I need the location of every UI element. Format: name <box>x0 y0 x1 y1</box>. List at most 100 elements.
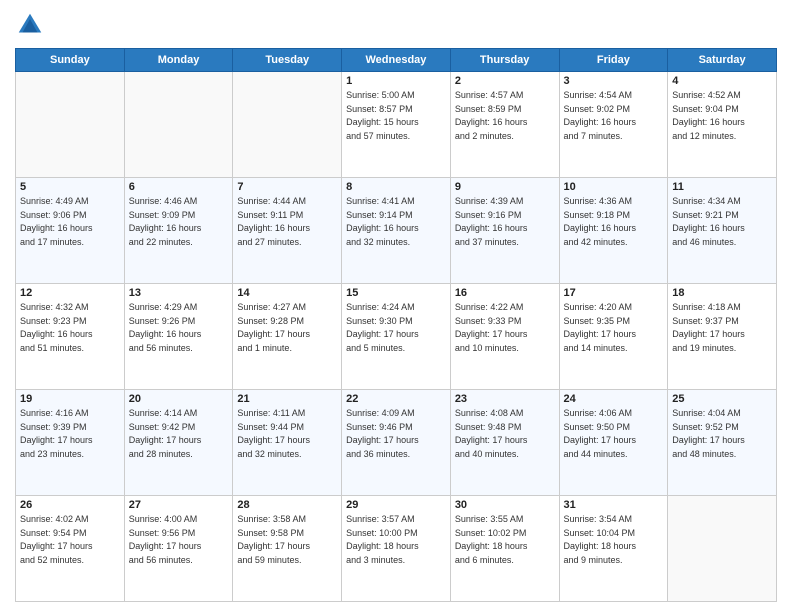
day-info: Sunrise: 4:18 AM Sunset: 9:37 PM Dayligh… <box>672 301 772 355</box>
calendar-cell: 11 Sunrise: 4:34 AM Sunset: 9:21 PM Dayli… <box>668 178 777 284</box>
header <box>15 10 777 40</box>
day-number: 20 <box>129 393 229 405</box>
calendar-cell: 18 Sunrise: 4:18 AM Sunset: 9:37 PM Dayli… <box>668 284 777 390</box>
day-info: Sunrise: 4:20 AM Sunset: 9:35 PM Dayligh… <box>564 301 664 355</box>
calendar-cell: 23 Sunrise: 4:08 AM Sunset: 9:48 PM Dayli… <box>450 390 559 496</box>
calendar-cell: 4 Sunrise: 4:52 AM Sunset: 9:04 PM Daylig… <box>668 72 777 178</box>
day-number: 16 <box>455 287 555 299</box>
calendar-cell: 6 Sunrise: 4:46 AM Sunset: 9:09 PM Daylig… <box>124 178 233 284</box>
day-number: 9 <box>455 181 555 193</box>
day-number: 22 <box>346 393 446 405</box>
day-info: Sunrise: 4:32 AM Sunset: 9:23 PM Dayligh… <box>20 301 120 355</box>
calendar-week-5: 26Sunrise: 4:02 AM Sunset: 9:54 PM Dayli… <box>16 496 777 602</box>
day-number: 23 <box>455 393 555 405</box>
day-number: 1 <box>346 75 446 87</box>
day-info: Sunrise: 4:39 AM Sunset: 9:16 PM Dayligh… <box>455 195 555 249</box>
weekday-header-row: SundayMondayTuesdayWednesdayThursdayFrid… <box>16 49 777 72</box>
day-info: Sunrise: 4:46 AM Sunset: 9:09 PM Dayligh… <box>129 195 229 249</box>
calendar-cell: 2Sunrise: 4:57 AM Sunset: 8:59 PM Daylig… <box>450 72 559 178</box>
day-info: Sunrise: 4:14 AM Sunset: 9:42 PM Dayligh… <box>129 407 229 461</box>
calendar-week-1: 1 Sunrise: 5:00 AM Sunset: 8:57 PM Daylig… <box>16 72 777 178</box>
day-number: 21 <box>237 393 337 405</box>
day-number: 11 <box>672 181 772 193</box>
day-number: 18 <box>672 287 772 299</box>
day-info: Sunrise: 4:34 AM Sunset: 9:21 PM Dayligh… <box>672 195 772 249</box>
calendar-cell <box>668 496 777 602</box>
calendar-table: SundayMondayTuesdayWednesdayThursdayFrid… <box>15 48 777 602</box>
page: SundayMondayTuesdayWednesdayThursdayFrid… <box>0 0 792 612</box>
day-number: 3 <box>564 75 664 87</box>
day-number: 10 <box>564 181 664 193</box>
weekday-header-thursday: Thursday <box>450 49 559 72</box>
day-info: Sunrise: 4:54 AM Sunset: 9:02 PM Dayligh… <box>564 89 664 143</box>
calendar-cell: 8Sunrise: 4:41 AM Sunset: 9:14 PM Daylig… <box>342 178 451 284</box>
day-info: Sunrise: 4:16 AM Sunset: 9:39 PM Dayligh… <box>20 407 120 461</box>
calendar-cell: 22 Sunrise: 4:09 AM Sunset: 9:46 PM Dayli… <box>342 390 451 496</box>
day-number: 31 <box>564 499 664 511</box>
day-number: 27 <box>129 499 229 511</box>
day-number: 2 <box>455 75 555 87</box>
day-number: 25 <box>672 393 772 405</box>
day-info: Sunrise: 4:11 AM Sunset: 9:44 PM Dayligh… <box>237 407 337 461</box>
calendar-cell: 28Sunrise: 3:58 AM Sunset: 9:58 PM Dayli… <box>233 496 342 602</box>
day-info: Sunrise: 4:06 AM Sunset: 9:50 PM Dayligh… <box>564 407 664 461</box>
day-info: Sunrise: 4:08 AM Sunset: 9:48 PM Dayligh… <box>455 407 555 461</box>
calendar-cell <box>124 72 233 178</box>
calendar-week-2: 5 Sunrise: 4:49 AM Sunset: 9:06 PM Daylig… <box>16 178 777 284</box>
weekday-header-sunday: Sunday <box>16 49 125 72</box>
day-info: Sunrise: 3:57 AM Sunset: 10:00 PM Daylig… <box>346 513 446 567</box>
calendar-cell: 25 Sunrise: 4:04 AM Sunset: 9:52 PM Dayli… <box>668 390 777 496</box>
calendar-cell: 26Sunrise: 4:02 AM Sunset: 9:54 PM Dayli… <box>16 496 125 602</box>
calendar-body: 1 Sunrise: 5:00 AM Sunset: 8:57 PM Daylig… <box>16 72 777 602</box>
day-info: Sunrise: 3:54 AM Sunset: 10:04 PM Daylig… <box>564 513 664 567</box>
day-info: Sunrise: 4:02 AM Sunset: 9:54 PM Dayligh… <box>20 513 120 567</box>
day-number: 8 <box>346 181 446 193</box>
calendar-cell: 30 Sunrise: 3:55 AM Sunset: 10:02 PM Dayl… <box>450 496 559 602</box>
day-number: 14 <box>237 287 337 299</box>
day-info: Sunrise: 4:49 AM Sunset: 9:06 PM Dayligh… <box>20 195 120 249</box>
calendar-cell: 31 Sunrise: 3:54 AM Sunset: 10:04 PM Dayl… <box>559 496 668 602</box>
weekday-header-saturday: Saturday <box>668 49 777 72</box>
day-info: Sunrise: 5:00 AM Sunset: 8:57 PM Dayligh… <box>346 89 446 143</box>
day-number: 17 <box>564 287 664 299</box>
day-number: 15 <box>346 287 446 299</box>
calendar-cell: 12 Sunrise: 4:32 AM Sunset: 9:23 PM Dayli… <box>16 284 125 390</box>
day-info: Sunrise: 4:09 AM Sunset: 9:46 PM Dayligh… <box>346 407 446 461</box>
logo <box>15 10 49 40</box>
calendar-week-4: 19 Sunrise: 4:16 AM Sunset: 9:39 PM Dayli… <box>16 390 777 496</box>
day-number: 6 <box>129 181 229 193</box>
calendar-cell: 21 Sunrise: 4:11 AM Sunset: 9:44 PM Dayli… <box>233 390 342 496</box>
calendar-cell: 14 Sunrise: 4:27 AM Sunset: 9:28 PM Dayli… <box>233 284 342 390</box>
day-info: Sunrise: 4:36 AM Sunset: 9:18 PM Dayligh… <box>564 195 664 249</box>
weekday-header-wednesday: Wednesday <box>342 49 451 72</box>
day-info: Sunrise: 3:55 AM Sunset: 10:02 PM Daylig… <box>455 513 555 567</box>
calendar-cell: 1 Sunrise: 5:00 AM Sunset: 8:57 PM Daylig… <box>342 72 451 178</box>
calendar-cell <box>16 72 125 178</box>
day-number: 13 <box>129 287 229 299</box>
weekday-header-tuesday: Tuesday <box>233 49 342 72</box>
day-info: Sunrise: 4:04 AM Sunset: 9:52 PM Dayligh… <box>672 407 772 461</box>
day-number: 29 <box>346 499 446 511</box>
day-info: Sunrise: 4:24 AM Sunset: 9:30 PM Dayligh… <box>346 301 446 355</box>
day-number: 5 <box>20 181 120 193</box>
day-number: 19 <box>20 393 120 405</box>
weekday-header-monday: Monday <box>124 49 233 72</box>
calendar-cell: 24Sunrise: 4:06 AM Sunset: 9:50 PM Dayli… <box>559 390 668 496</box>
calendar-cell: 27 Sunrise: 4:00 AM Sunset: 9:56 PM Dayli… <box>124 496 233 602</box>
calendar-cell: 7Sunrise: 4:44 AM Sunset: 9:11 PM Daylig… <box>233 178 342 284</box>
calendar-cell: 13Sunrise: 4:29 AM Sunset: 9:26 PM Dayli… <box>124 284 233 390</box>
day-number: 4 <box>672 75 772 87</box>
calendar-cell: 29 Sunrise: 3:57 AM Sunset: 10:00 PM Dayl… <box>342 496 451 602</box>
day-info: Sunrise: 4:52 AM Sunset: 9:04 PM Dayligh… <box>672 89 772 143</box>
day-number: 30 <box>455 499 555 511</box>
day-info: Sunrise: 4:27 AM Sunset: 9:28 PM Dayligh… <box>237 301 337 355</box>
day-number: 7 <box>237 181 337 193</box>
logo-icon <box>15 10 45 40</box>
day-number: 28 <box>237 499 337 511</box>
calendar-cell: 3 Sunrise: 4:54 AM Sunset: 9:02 PM Daylig… <box>559 72 668 178</box>
calendar-week-3: 12 Sunrise: 4:32 AM Sunset: 9:23 PM Dayli… <box>16 284 777 390</box>
calendar-cell: 20 Sunrise: 4:14 AM Sunset: 9:42 PM Dayli… <box>124 390 233 496</box>
day-info: Sunrise: 4:00 AM Sunset: 9:56 PM Dayligh… <box>129 513 229 567</box>
day-number: 12 <box>20 287 120 299</box>
weekday-header-friday: Friday <box>559 49 668 72</box>
